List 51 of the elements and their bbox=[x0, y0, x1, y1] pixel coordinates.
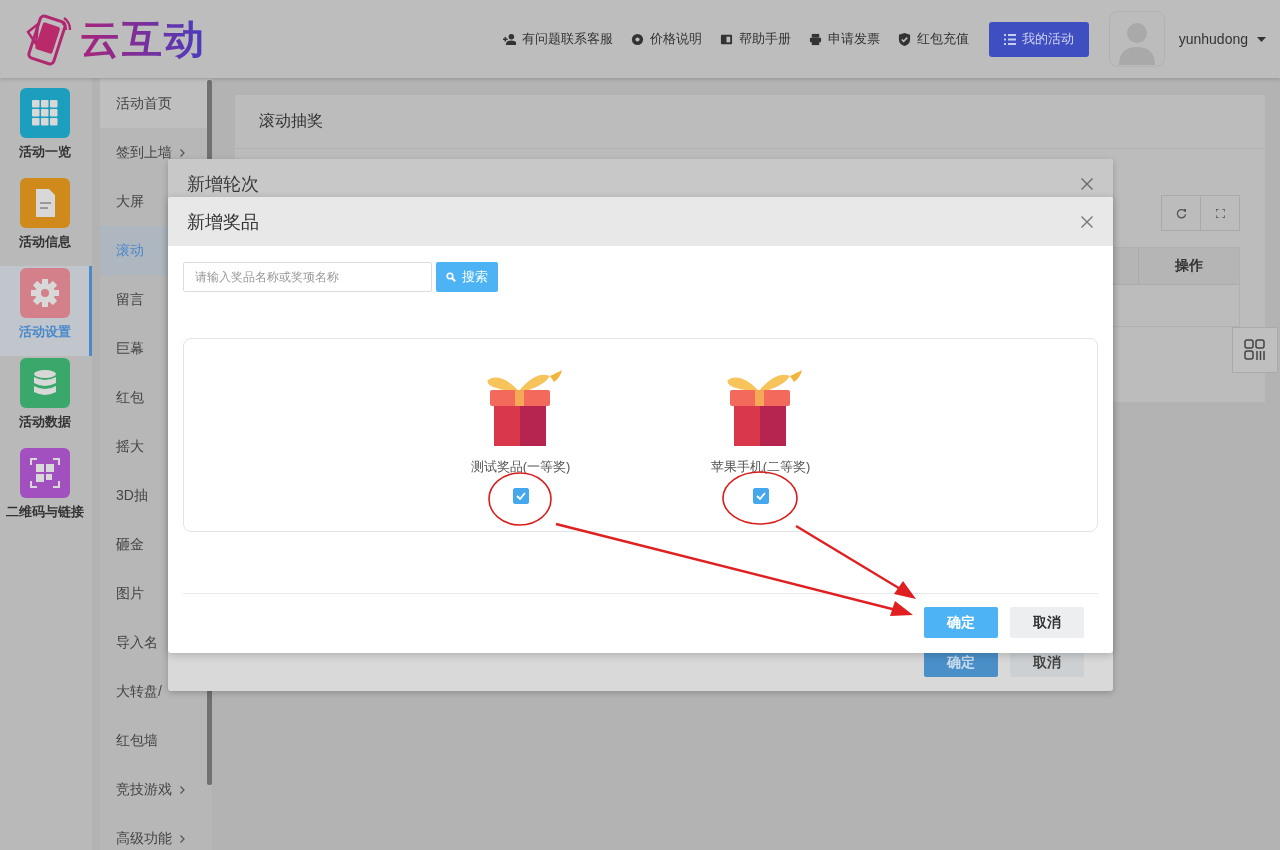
submenu-item[interactable]: 高级功能 bbox=[100, 814, 212, 850]
header-link[interactable]: 帮助手册 bbox=[719, 30, 791, 48]
page-title: 滚动抽奖 bbox=[259, 111, 323, 131]
chevron-icon bbox=[180, 834, 185, 843]
sidebar-item[interactable]: 活动一览 bbox=[0, 86, 92, 176]
chevron-icon bbox=[180, 148, 185, 157]
close-icon bbox=[1081, 215, 1093, 228]
sidebar-item[interactable]: 活动数据 bbox=[0, 356, 92, 446]
fullscreen-icon bbox=[1215, 208, 1225, 218]
annotation-circle bbox=[488, 472, 552, 526]
caret-icon bbox=[1257, 36, 1266, 42]
dialog-title: 新增轮次 bbox=[187, 172, 259, 196]
submenu-item[interactable]: 红包墙 bbox=[100, 716, 212, 765]
submenu-item[interactable]: 大转盘/ bbox=[100, 667, 212, 716]
submenu-item[interactable]: 红包 bbox=[100, 373, 212, 422]
grid-icon bbox=[1244, 339, 1266, 361]
search-field[interactable]: 请输入奖品名称或奖项名称 bbox=[183, 262, 432, 292]
header-link[interactable]: 价格说明 bbox=[630, 30, 702, 48]
book-icon bbox=[719, 32, 733, 46]
submenu-item[interactable]: 巨幕 bbox=[100, 324, 212, 373]
submenu-item[interactable]: 3D抽 bbox=[100, 471, 212, 520]
refresh-icon bbox=[1175, 207, 1187, 219]
close-button[interactable] bbox=[1080, 176, 1094, 191]
sidebar-item[interactable]: 活动信息 bbox=[0, 176, 92, 266]
submenu-item[interactable]: 摇大 bbox=[100, 422, 212, 471]
printer-icon bbox=[808, 32, 822, 46]
header-link[interactable]: 有问题联系客服 bbox=[502, 30, 613, 48]
submenu-item[interactable]: 活动首页 bbox=[100, 79, 212, 128]
qr-button[interactable] bbox=[1232, 327, 1278, 373]
header-link[interactable]: 申请发票 bbox=[808, 30, 880, 48]
user-plus-icon bbox=[502, 32, 516, 46]
chevron-icon bbox=[180, 785, 185, 794]
submenu-item[interactable]: 砸金 bbox=[100, 520, 212, 569]
refresh-button[interactable] bbox=[1161, 195, 1201, 231]
cancel-button[interactable]: 取消 bbox=[1010, 607, 1084, 638]
close-button[interactable] bbox=[1080, 214, 1094, 229]
shield-check-icon bbox=[897, 32, 911, 46]
sidebar-item[interactable]: 二维码与链接 bbox=[0, 446, 92, 536]
submenu-item[interactable]: 图片 bbox=[100, 569, 212, 618]
list-icon bbox=[1003, 33, 1016, 45]
check-icon bbox=[755, 492, 766, 500]
check-icon bbox=[515, 492, 526, 500]
header-link[interactable]: 红包充值 bbox=[897, 30, 969, 48]
search-icon bbox=[446, 272, 456, 282]
column-header: 操作 bbox=[1174, 256, 1204, 275]
my-activities-button[interactable]: 我的活动 bbox=[988, 21, 1089, 57]
checkbox[interactable] bbox=[752, 488, 769, 504]
close-icon bbox=[1081, 177, 1093, 190]
submenu-item[interactable]: 导入名 bbox=[100, 618, 212, 667]
user-menu[interactable]: yunhudong bbox=[1178, 31, 1266, 47]
checkbox[interactable] bbox=[512, 488, 529, 504]
